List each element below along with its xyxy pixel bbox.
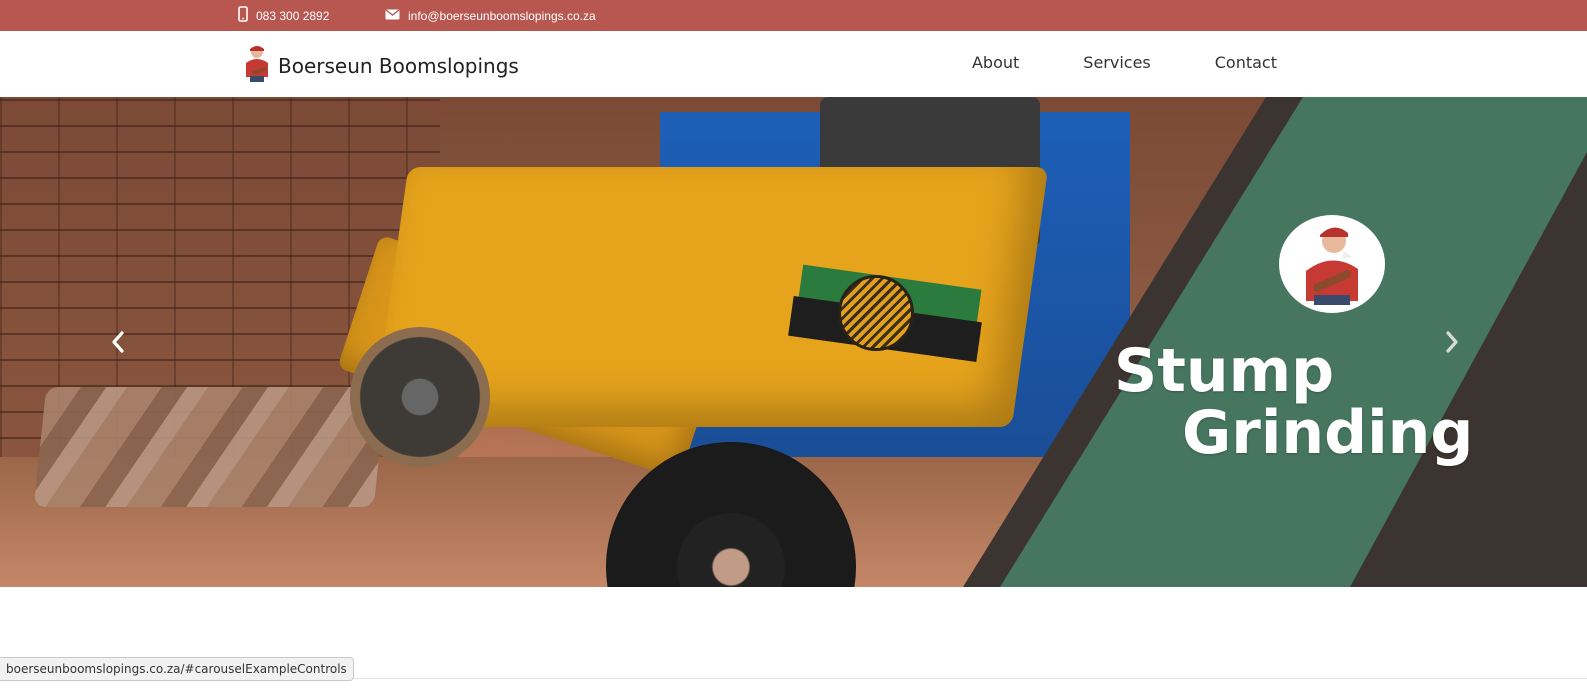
nav-link-about[interactable]: About — [972, 53, 1019, 72]
nav-link-services[interactable]: Services — [1083, 53, 1150, 72]
nav-link-contact[interactable]: Contact — [1215, 53, 1277, 72]
hero-title-line1: Stump — [1114, 336, 1335, 406]
email-address: info@boerseunboomslopings.co.za — [408, 8, 596, 23]
hero-title-line2: Grinding — [1182, 398, 1474, 468]
envelope-icon — [385, 8, 400, 23]
machine-vent — [838, 275, 914, 351]
lumberjack-mascot-large-icon — [1306, 227, 1358, 305]
mascot-avatar — [1279, 215, 1385, 313]
top-contact-bar: 083 300 2892 info@boerseunboomslopings.c… — [0, 0, 1587, 31]
phone-number: 083 300 2892 — [256, 8, 330, 23]
nav-menu: About Services Contact — [972, 53, 1277, 72]
mobile-phone-icon — [238, 6, 248, 25]
hero-carousel: Stump Grinding — [0, 97, 1587, 587]
phone-contact[interactable]: 083 300 2892 — [238, 0, 329, 31]
rubble-pile — [33, 387, 387, 507]
email-contact[interactable]: info@boerseunboomslopings.co.za — [385, 0, 596, 31]
brand-name: Boerseun Boomslopings — [278, 53, 519, 78]
carousel-next-button[interactable] — [1438, 330, 1466, 358]
lumberjack-mascot-icon — [242, 43, 272, 88]
browser-status-url: boerseunboomslopings.co.za/#carouselExam… — [0, 657, 354, 681]
chevron-right-icon — [1444, 330, 1460, 358]
main-navbar: Boerseun Boomslopings About Services Con… — [0, 31, 1587, 97]
brand-link[interactable]: Boerseun Boomslopings — [242, 43, 519, 88]
hero-title: Stump Grinding — [1114, 340, 1473, 464]
carousel-prev-button[interactable] — [104, 330, 132, 358]
chevron-left-icon — [110, 330, 126, 358]
grinder-blade — [350, 327, 490, 467]
